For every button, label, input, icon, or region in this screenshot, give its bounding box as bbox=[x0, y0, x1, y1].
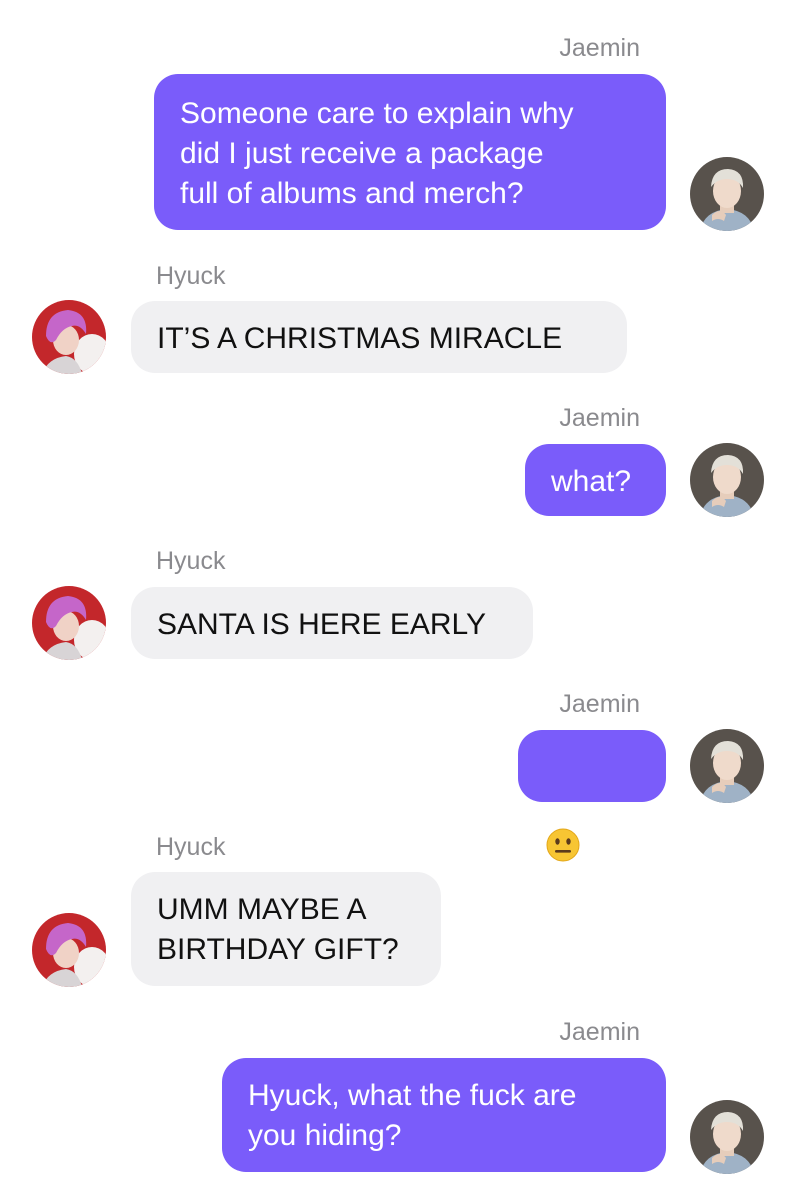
jaemin-avatar[interactable] bbox=[690, 1100, 764, 1174]
jaemin-avatar[interactable] bbox=[690, 443, 764, 517]
sender-name: Jaemin bbox=[559, 1018, 640, 1046]
hyuck-avatar[interactable] bbox=[32, 300, 106, 374]
message-bubble[interactable]: IT’S A CHRISTMAS MIRACLE bbox=[131, 301, 627, 373]
sender-name: Jaemin bbox=[559, 690, 640, 718]
message-bubble[interactable]: Hyuck, what the fuck are you hiding? bbox=[222, 1058, 666, 1172]
sender-name: Jaemin bbox=[559, 404, 640, 432]
sender-name: Hyuck bbox=[156, 262, 226, 290]
hyuck-avatar[interactable] bbox=[32, 913, 106, 987]
sender-name: Hyuck bbox=[156, 833, 226, 861]
message-bubble[interactable]: UMM MAYBE A BIRTHDAY GIFT? bbox=[131, 872, 441, 986]
hyuck-avatar[interactable] bbox=[32, 586, 106, 660]
message-bubble[interactable]: ??? bbox=[518, 730, 666, 863]
jaemin-avatar[interactable] bbox=[690, 729, 764, 803]
sender-name: Jaemin bbox=[559, 34, 640, 62]
message-bubble[interactable]: what? bbox=[525, 444, 666, 516]
sender-name: Hyuck bbox=[156, 547, 226, 575]
message-bubble[interactable]: SANTA IS HERE EARLY bbox=[131, 587, 533, 659]
message-bubble[interactable]: Someone care to explain why did I just r… bbox=[154, 74, 666, 230]
jaemin-avatar[interactable] bbox=[690, 157, 764, 231]
message-text: ??? bbox=[582, 830, 633, 863]
neutral-face-emoji-icon bbox=[546, 788, 580, 873]
